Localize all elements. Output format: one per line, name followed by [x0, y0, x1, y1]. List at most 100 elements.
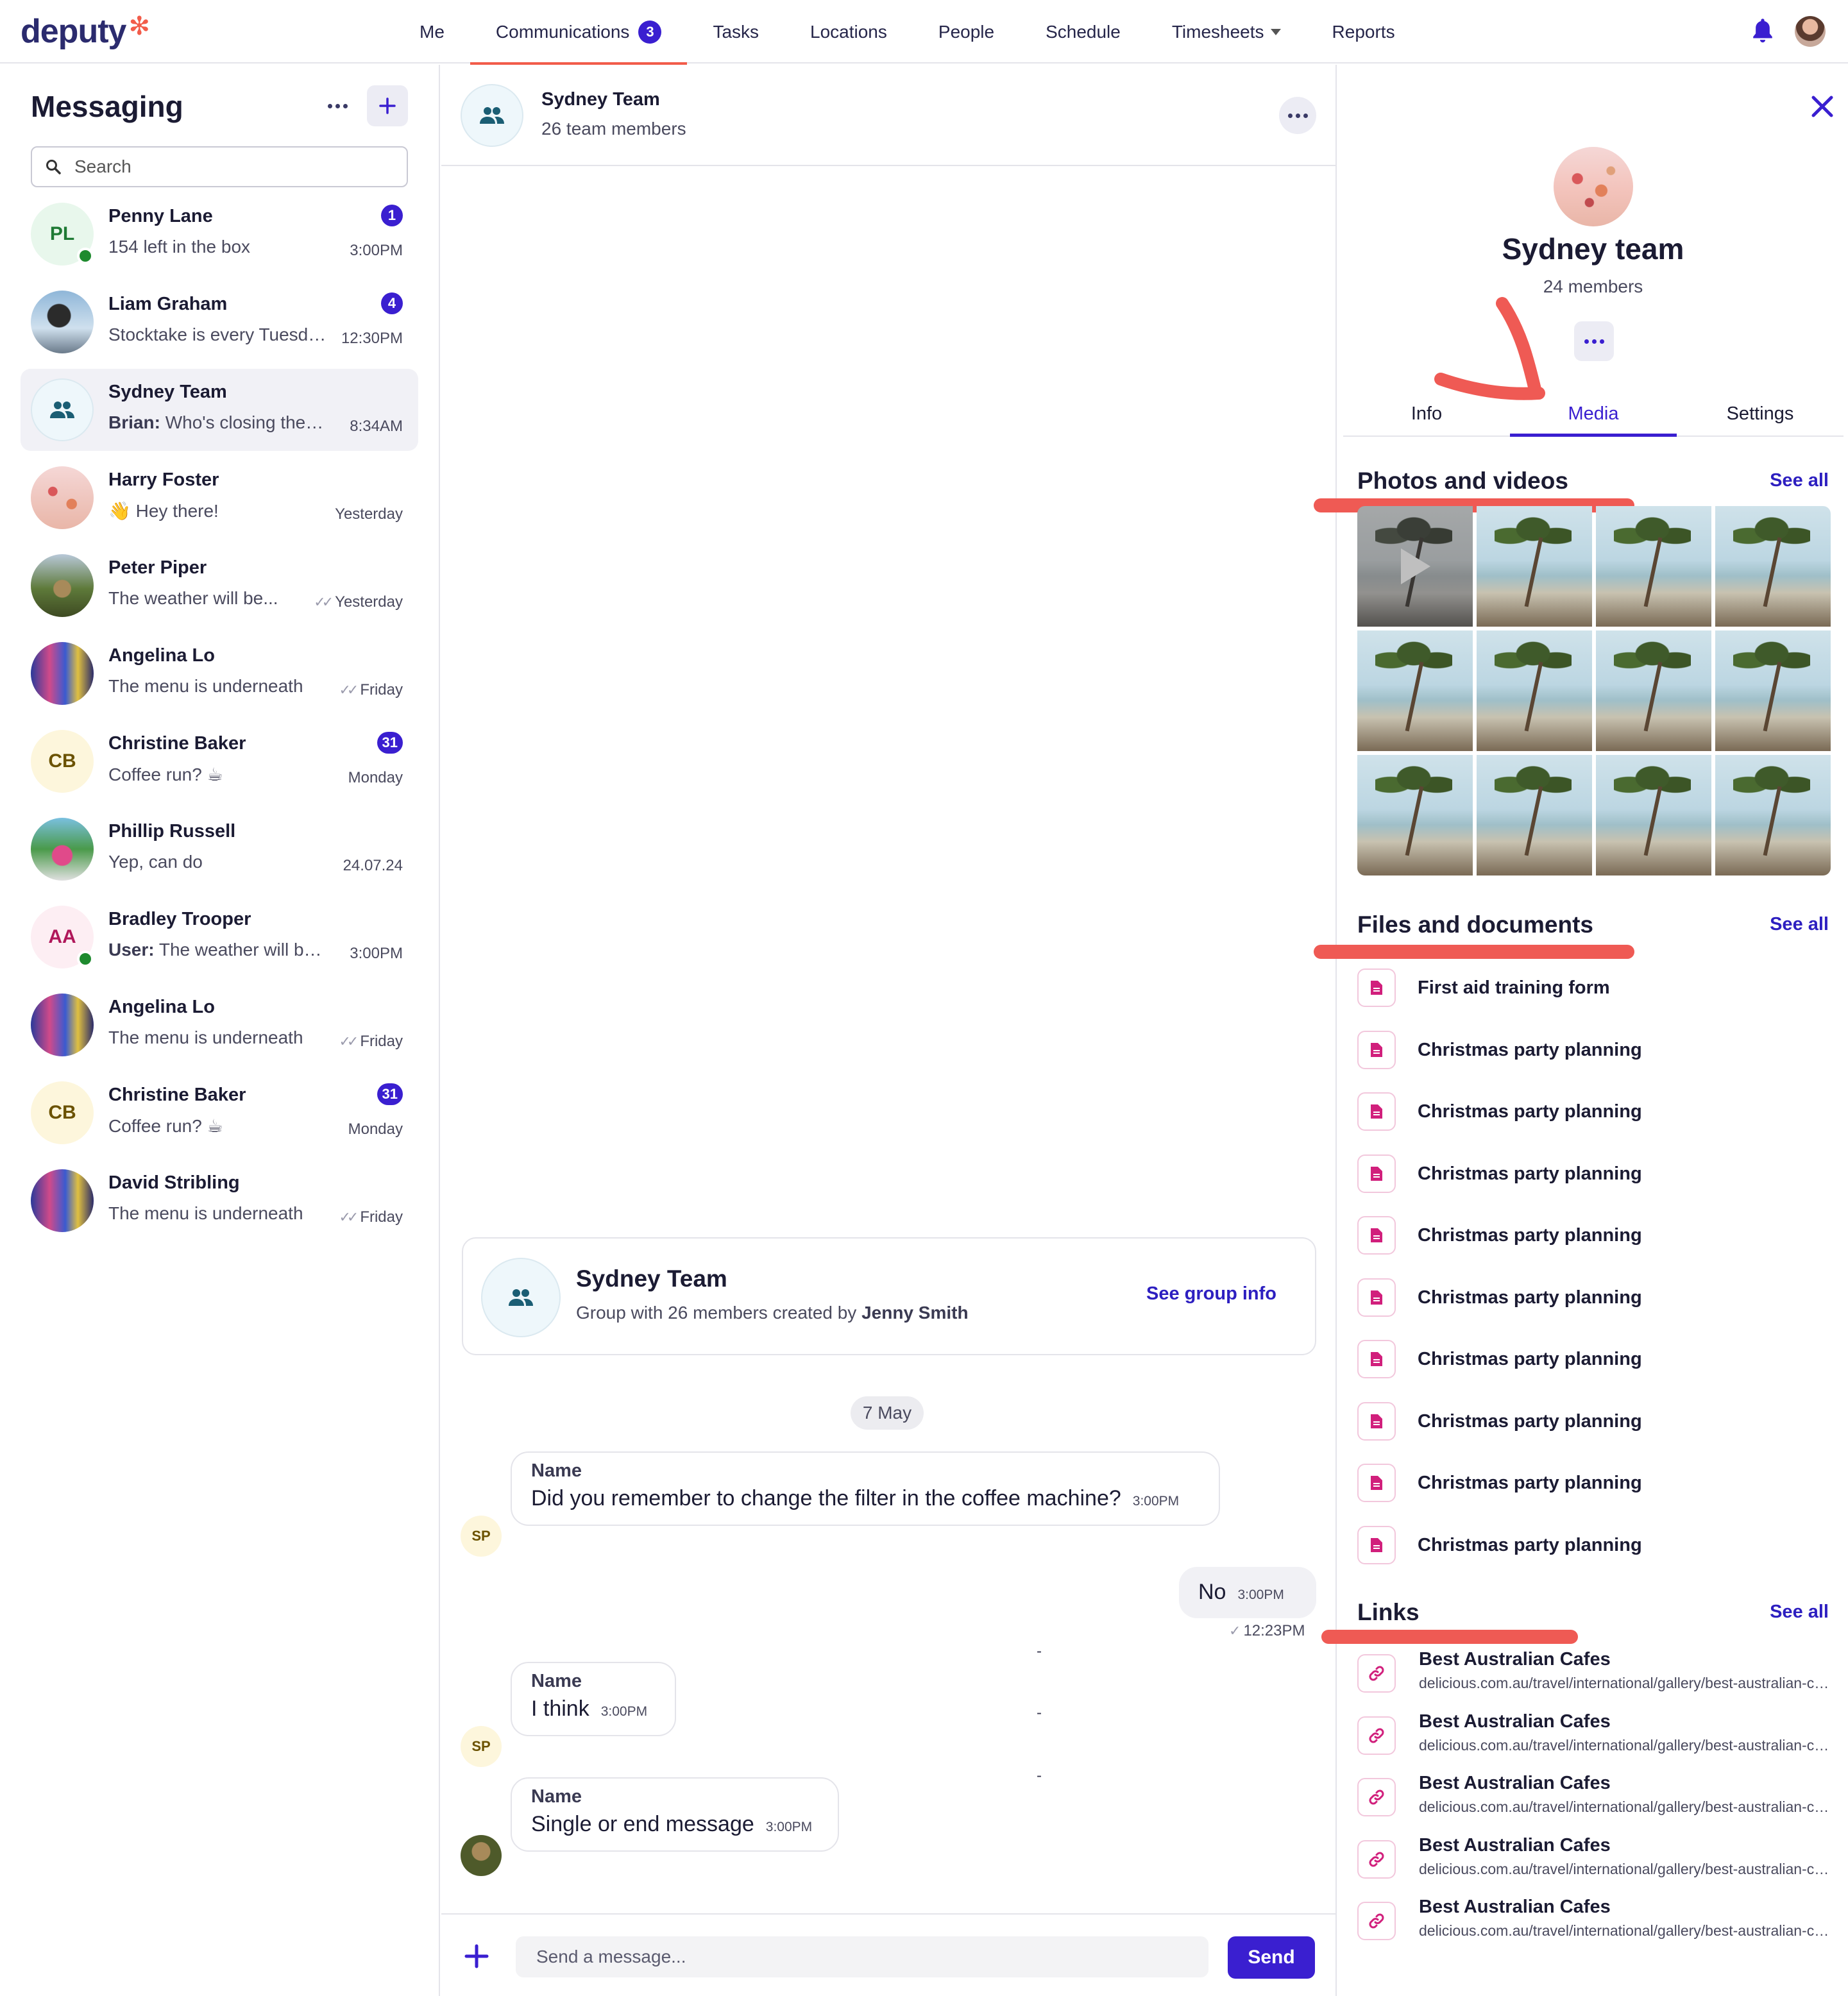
document-icon: [1357, 1464, 1396, 1502]
time-text: Friday: [360, 1033, 403, 1050]
close-icon[interactable]: [1809, 93, 1836, 120]
conversation-item[interactable]: Phillip Russell Yep, can do 24.07.24: [21, 808, 418, 890]
panel-tabs: Info Media Settings: [1343, 391, 1844, 437]
links-see-all-link[interactable]: See all: [1770, 1602, 1829, 1623]
document-icon: [1357, 1154, 1396, 1193]
conversation-item[interactable]: PL Penny Lane 154 left in the box 3:00PM 1: [21, 193, 418, 275]
avatar-initials: CB: [48, 1102, 76, 1123]
files-see-all-link[interactable]: See all: [1770, 914, 1829, 935]
nav-item-label: Tasks: [713, 21, 759, 42]
photo-thumbnail[interactable]: [1715, 506, 1831, 627]
conversation-item[interactable]: Harry Foster 👋 Hey there! Yesterday: [21, 457, 418, 539]
conversation-item[interactable]: CB Christine Baker Coffee run? ☕ Monday 31: [21, 720, 418, 802]
conversation-preview: User: The weather will be nice: [108, 940, 326, 960]
link-item[interactable]: Best Australian Cafes delicious.com.au/tr…: [1357, 1773, 1832, 1824]
photo-thumbnail[interactable]: [1477, 506, 1592, 627]
tab-info[interactable]: Info: [1343, 391, 1510, 436]
conversation-item[interactable]: Angelina Lo The menu is underneath ✓✓ Frida…: [21, 632, 418, 715]
bell-icon[interactable]: [1750, 17, 1776, 46]
photo-thumbnail[interactable]: [1477, 630, 1592, 751]
time-text: 3:00PM: [350, 945, 403, 962]
time-text: Monday: [348, 1121, 403, 1138]
conversation-preview: The menu is underneath: [108, 676, 326, 697]
file-item[interactable]: Christmas party planning: [1357, 1030, 1642, 1070]
search-box[interactable]: [31, 146, 408, 187]
chat-more-button[interactable]: [1279, 97, 1316, 134]
links-section-title: Links: [1357, 1599, 1420, 1625]
read-check-icon: ✓✓: [314, 594, 334, 610]
photo-avatar: [31, 466, 94, 529]
nav-item-people[interactable]: People: [913, 0, 1020, 63]
nav-item-timesheets[interactable]: Timesheets: [1146, 0, 1307, 63]
photo-thumbnail[interactable]: [1596, 755, 1711, 875]
new-message-button[interactable]: [367, 85, 408, 126]
message-input[interactable]: [516, 1936, 1208, 1977]
outgoing-message-bubble: No 3:00PM: [1179, 1567, 1316, 1618]
tab-settings[interactable]: Settings: [1677, 391, 1844, 436]
photo-thumbnail[interactable]: [1715, 755, 1831, 875]
deputy-logo[interactable]: deputy ✻: [21, 12, 150, 51]
link-item[interactable]: Best Australian Cafes delicious.com.au/tr…: [1357, 1711, 1832, 1763]
attach-plus-icon[interactable]: [463, 1943, 490, 1970]
link-icon: [1357, 1716, 1396, 1755]
nav-item-locations[interactable]: Locations: [784, 0, 913, 63]
conversation-item[interactable]: AA Bradley Trooper User: The weather will …: [21, 896, 418, 978]
photo-thumbnail[interactable]: [1357, 630, 1473, 751]
video-thumbnail[interactable]: [1357, 506, 1473, 627]
file-item[interactable]: Christmas party planning: [1357, 1092, 1642, 1131]
conversation-preview: 👋 Hey there!: [108, 500, 326, 521]
link-item[interactable]: Best Australian Cafes delicious.com.au/tr…: [1357, 1897, 1832, 1948]
link-title: Best Australian Cafes: [1419, 1835, 1611, 1856]
user-avatar[interactable]: [1795, 16, 1826, 47]
see-group-info-link[interactable]: See group info: [1146, 1283, 1276, 1305]
file-item[interactable]: Christmas party planning: [1357, 1339, 1642, 1379]
panel-more-button[interactable]: [1574, 321, 1614, 361]
preview-text: Stocktake is every Tuesday: [108, 325, 326, 344]
dash-marker: -: [1037, 1767, 1042, 1784]
link-title: Best Australian Cafes: [1419, 1773, 1611, 1793]
file-item[interactable]: Christmas party planning: [1357, 1525, 1642, 1565]
photo-avatar: [31, 1169, 94, 1232]
photo-avatar: [31, 554, 94, 617]
nav-item-me[interactable]: Me: [394, 0, 470, 63]
conversation-item[interactable]: Peter Piper The weather will be... ✓✓ Yeste…: [21, 545, 418, 627]
photo-thumbnail[interactable]: [1596, 630, 1711, 751]
conversation-item[interactable]: CB Christine Baker Coffee run? ☕ Monday 31: [21, 1072, 418, 1154]
photo-thumbnail[interactable]: [1477, 755, 1592, 875]
search-icon: [46, 160, 61, 174]
link-icon: [1357, 1778, 1396, 1816]
nav-item-tasks[interactable]: Tasks: [687, 0, 784, 63]
search-input[interactable]: [74, 156, 382, 177]
nav-item-label: Reports: [1332, 21, 1395, 42]
nav-badge: 3: [638, 20, 662, 44]
document-icon: [1357, 1278, 1396, 1317]
link-item[interactable]: Best Australian Cafes delicious.com.au/tr…: [1357, 1649, 1832, 1700]
conversation-item[interactable]: Liam Graham Stocktake is every Tuesday 12:…: [21, 281, 418, 363]
nav-item-reports[interactable]: Reports: [1307, 0, 1421, 63]
file-item[interactable]: Christmas party planning: [1357, 1215, 1642, 1255]
conversation-item[interactable]: Angelina Lo The menu is underneath ✓✓ Frida…: [21, 984, 418, 1066]
conversation-preview: The menu is underneath: [108, 1028, 326, 1048]
conversation-item[interactable]: Sydney Team Brian: Who's closing the stor…: [21, 369, 418, 451]
tab-media[interactable]: Media: [1510, 391, 1677, 437]
nav-item-label: Me: [420, 21, 445, 42]
sidebar-more-button[interactable]: [317, 85, 358, 126]
send-button[interactable]: Send: [1228, 1936, 1315, 1979]
photo-thumbnail[interactable]: [1357, 755, 1473, 875]
photo-thumbnail[interactable]: [1715, 630, 1831, 751]
messaging-sidebar: Messaging PL Penny Lane 154 left in the bo…: [0, 65, 440, 1996]
file-item[interactable]: Christmas party planning: [1357, 1401, 1642, 1441]
file-item[interactable]: Christmas party planning: [1357, 1463, 1642, 1503]
link-item[interactable]: Best Australian Cafes delicious.com.au/tr…: [1357, 1835, 1832, 1886]
photo-thumbnail[interactable]: [1596, 506, 1711, 627]
conversation-item[interactable]: David Stribling The menu is underneath ✓✓ F…: [21, 1160, 418, 1242]
preview-text: Yep, can do: [108, 852, 203, 872]
file-item[interactable]: Christmas party planning: [1357, 1278, 1642, 1317]
photos-see-all-link[interactable]: See all: [1770, 470, 1829, 491]
file-item[interactable]: Christmas party planning: [1357, 1154, 1642, 1194]
nav-item-communications[interactable]: Communications 3: [470, 0, 688, 65]
time-text: Friday: [360, 1208, 403, 1226]
file-item[interactable]: First aid training form: [1357, 968, 1610, 1008]
link-url: delicious.com.au/travel/international/ga…: [1419, 1737, 1829, 1754]
nav-item-schedule[interactable]: Schedule: [1020, 0, 1146, 63]
